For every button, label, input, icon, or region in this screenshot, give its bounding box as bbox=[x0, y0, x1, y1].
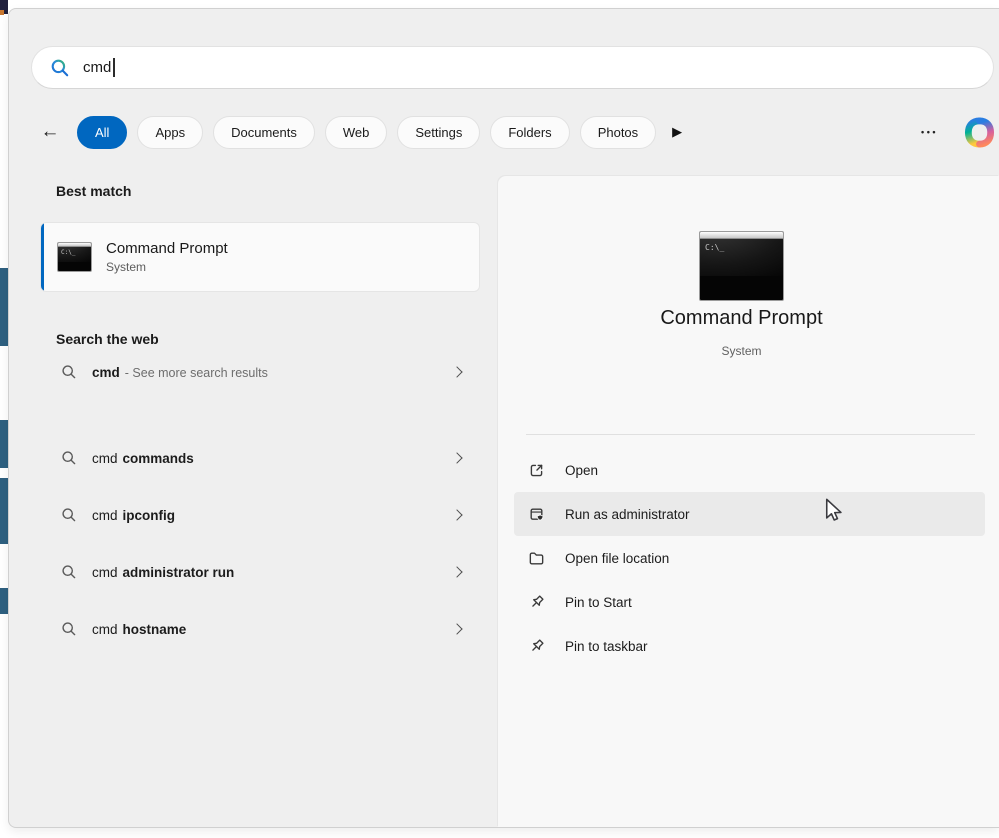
chevron-right-icon[interactable] bbox=[451, 509, 462, 520]
search-query-text[interactable]: cmd bbox=[83, 59, 111, 76]
suggestion-query: cmd bbox=[92, 622, 118, 637]
suggestion-query: cmd bbox=[92, 508, 118, 523]
suggestion-suffix: administrator run bbox=[123, 565, 235, 580]
chevron-right-icon[interactable] bbox=[451, 566, 462, 577]
filter-tab-web[interactable]: Web bbox=[325, 116, 388, 149]
suggestion-query: cmd bbox=[92, 565, 118, 580]
copilot-icon[interactable] bbox=[964, 117, 995, 148]
preview-app-subtitle: System bbox=[498, 344, 985, 358]
action-open-file-location[interactable]: Open file location bbox=[514, 536, 985, 580]
search-icon bbox=[61, 364, 77, 380]
web-suggestion[interactable]: cmd ipconfig bbox=[41, 494, 479, 536]
chevron-right-icon[interactable] bbox=[451, 366, 462, 377]
search-icon bbox=[61, 621, 77, 637]
filter-tab-folders[interactable]: Folders bbox=[490, 116, 569, 149]
web-suggestions-list: cmd - See more search results cmd comman… bbox=[41, 351, 479, 650]
chevron-right-icon[interactable] bbox=[451, 623, 462, 634]
filter-tab-apps[interactable]: Apps bbox=[137, 116, 203, 149]
search-input[interactable]: cmd bbox=[31, 46, 994, 89]
background-window-fragment bbox=[0, 268, 8, 346]
preview-pane: C:\_ Command Prompt System Open bbox=[498, 176, 999, 827]
action-list: Open Run as administrator Open file loca… bbox=[514, 448, 985, 668]
command-prompt-icon-large: C:\_ bbox=[699, 231, 784, 301]
action-open[interactable]: Open bbox=[514, 448, 985, 492]
suggestion-query: cmd bbox=[92, 451, 118, 466]
background-window-fragment bbox=[0, 478, 8, 544]
action-pin-to-start[interactable]: Pin to Start bbox=[514, 580, 985, 624]
action-pin-to-taskbar[interactable]: Pin to taskbar bbox=[514, 624, 985, 668]
filter-tab-settings[interactable]: Settings bbox=[397, 116, 480, 149]
background-window-fragment bbox=[0, 588, 8, 614]
web-suggestion[interactable]: cmd hostname bbox=[41, 608, 479, 650]
more-options-icon[interactable]: ••• bbox=[921, 127, 938, 137]
expand-filters-icon[interactable]: ▶ bbox=[672, 124, 682, 140]
filter-bar: ← All Apps Documents Web Settings Folder… bbox=[31, 112, 999, 152]
web-suggestion-see-more[interactable]: cmd - See more search results bbox=[41, 351, 479, 393]
pin-icon bbox=[528, 638, 545, 655]
divider bbox=[526, 434, 975, 435]
text-caret bbox=[113, 58, 115, 77]
best-match-result[interactable]: C:\_ Command Prompt System bbox=[41, 223, 479, 291]
filter-tab-all[interactable]: All bbox=[77, 116, 127, 149]
filter-tab-documents[interactable]: Documents bbox=[213, 116, 315, 149]
back-arrow-icon[interactable]: ← bbox=[33, 121, 67, 143]
suggestion-query: cmd bbox=[92, 365, 120, 380]
web-suggestion[interactable]: cmd administrator run bbox=[41, 551, 479, 593]
search-icon bbox=[61, 564, 77, 580]
open-icon bbox=[528, 462, 545, 479]
search-icon bbox=[61, 507, 77, 523]
suggestion-suffix: hostname bbox=[123, 622, 187, 637]
suggestion-suffix: commands bbox=[123, 451, 194, 466]
web-suggestion[interactable]: cmd commands bbox=[41, 437, 479, 479]
best-match-header: Best match bbox=[56, 183, 131, 199]
suggestion-suffix: - See more search results bbox=[125, 366, 268, 380]
folder-icon bbox=[528, 550, 545, 567]
action-run-as-administrator[interactable]: Run as administrator bbox=[514, 492, 985, 536]
preview-app-title: Command Prompt bbox=[498, 307, 985, 330]
search-icon bbox=[50, 58, 70, 78]
suggestion-suffix: ipconfig bbox=[123, 508, 176, 523]
background-window-fragment bbox=[0, 10, 4, 15]
pin-icon bbox=[528, 594, 545, 611]
chevron-right-icon[interactable] bbox=[451, 452, 462, 463]
search-web-header: Search the web bbox=[56, 331, 159, 347]
best-match-subtitle: System bbox=[106, 260, 228, 274]
run-as-admin-icon bbox=[528, 506, 545, 523]
command-prompt-icon: C:\_ bbox=[57, 242, 92, 272]
background-window-fragment bbox=[0, 420, 8, 468]
search-icon bbox=[61, 450, 77, 466]
search-flyout-window: cmd ← All Apps Documents Web Settings Fo… bbox=[8, 8, 999, 828]
best-match-title: Command Prompt bbox=[106, 240, 228, 257]
filter-tab-photos[interactable]: Photos bbox=[580, 116, 656, 149]
